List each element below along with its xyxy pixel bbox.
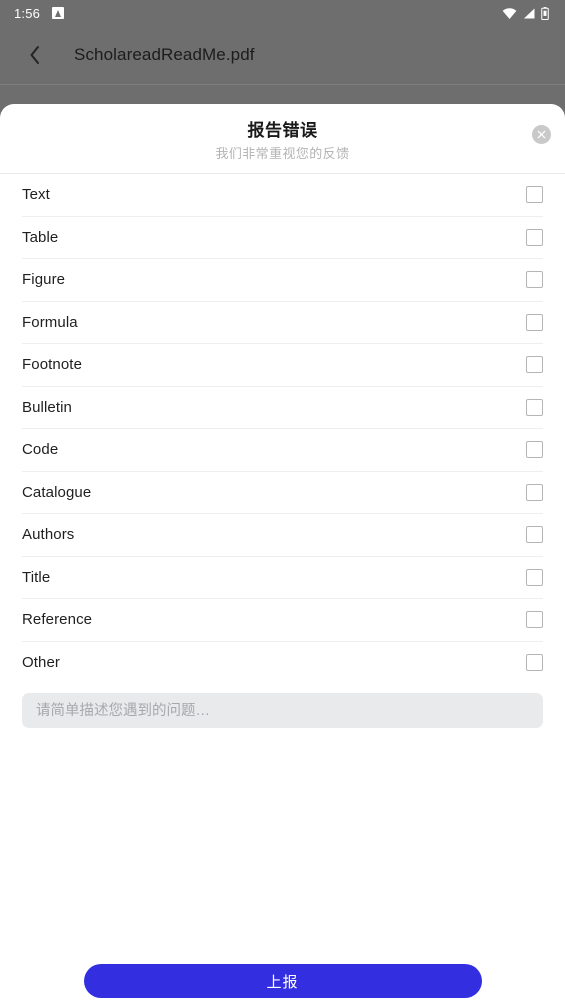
status-clock: 1:56 (14, 5, 41, 21)
wifi-icon (502, 7, 517, 19)
category-row-bulletin[interactable]: Bulletin (22, 387, 543, 429)
status-indicators (502, 6, 549, 20)
sheet-title: 报告错误 (247, 121, 318, 140)
checkbox-text[interactable] (526, 186, 543, 204)
error-category-list: Text Table Figure Formula Footnote Bulle… (0, 174, 565, 684)
category-row-code[interactable]: Code (22, 429, 543, 472)
document-title: ScholareadReadMe.pdf (74, 45, 255, 64)
category-label: Code (22, 441, 59, 459)
category-row-title[interactable]: Title (22, 557, 543, 599)
category-label: Reference (22, 611, 93, 629)
sheet-header: 报告错误 我们非常重视您的反馈 (0, 104, 565, 173)
chevron-left-icon (30, 46, 39, 64)
category-row-figure[interactable]: Figure (22, 259, 543, 302)
status-bar: 1:56 (0, 0, 565, 26)
app-toolbar: ScholareadReadMe.pdf (0, 26, 565, 84)
submit-bar: 上报 (0, 908, 565, 1004)
category-row-footnote[interactable]: Footnote (22, 344, 543, 387)
back-button[interactable] (12, 32, 58, 78)
category-row-authors[interactable]: Authors (22, 514, 543, 557)
description-input[interactable] (22, 693, 543, 728)
checkbox-figure[interactable] (526, 271, 543, 289)
submit-button[interactable]: 上报 (83, 964, 482, 998)
battery-icon (541, 6, 549, 20)
checkbox-reference[interactable] (526, 611, 543, 629)
category-label: Bulletin (22, 398, 72, 416)
category-row-catalogue[interactable]: Catalogue (22, 472, 543, 514)
category-row-other[interactable]: Other (22, 642, 543, 685)
checkbox-catalogue[interactable] (526, 483, 543, 501)
checkbox-other[interactable] (526, 654, 543, 672)
checkbox-title[interactable] (526, 568, 543, 586)
checkbox-authors[interactable] (526, 526, 543, 544)
category-row-table[interactable]: Table (22, 217, 543, 259)
cellular-signal-icon (522, 7, 536, 19)
checkbox-bulletin[interactable] (526, 398, 543, 416)
app-notification-icon (52, 7, 65, 19)
toolbar-divider (0, 84, 565, 85)
category-label: Formula (22, 313, 78, 331)
report-error-sheet: 报告错误 我们非常重视您的反馈 Text Table Figure Formul… (0, 104, 565, 1004)
description-wrapper (0, 684, 565, 728)
category-label: Other (22, 654, 61, 672)
category-label: Authors (22, 526, 75, 544)
close-icon (537, 130, 546, 139)
checkbox-table[interactable] (526, 228, 543, 246)
category-label: Title (22, 568, 51, 586)
app-screen: 1:56 ScholareadReadMe.pdf 报告错误 我们非常重视您的反… (0, 0, 565, 1004)
category-row-formula[interactable]: Formula (22, 302, 543, 344)
category-label: Text (22, 186, 50, 204)
category-row-text[interactable]: Text (22, 174, 543, 217)
checkbox-footnote[interactable] (526, 356, 543, 374)
checkbox-formula[interactable] (526, 313, 543, 331)
category-label: Figure (22, 271, 66, 289)
category-label: Footnote (22, 356, 83, 374)
sheet-subtitle: 我们非常重视您的反馈 (215, 146, 350, 161)
category-label: Table (22, 228, 59, 246)
checkbox-code[interactable] (526, 441, 543, 459)
category-label: Catalogue (22, 483, 92, 501)
close-button[interactable] (532, 125, 551, 144)
category-row-reference[interactable]: Reference (22, 599, 543, 642)
